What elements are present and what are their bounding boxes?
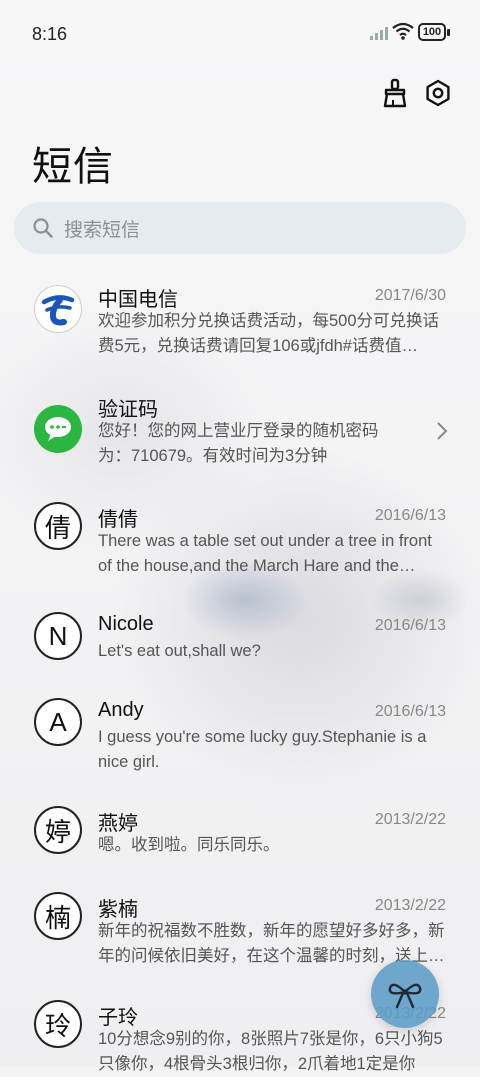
avatar: 楠 (34, 892, 82, 940)
status-bar: 8:16 100 (0, 0, 480, 68)
avatar: A (34, 698, 82, 746)
contact-name: 紫楠 (98, 899, 138, 921)
gear-icon (426, 79, 450, 107)
page-title: 短信 (32, 145, 114, 189)
message-preview: 10分想念9别的你，8张照片7张是你，6只小狗5只像你，4根骨头3根归你，2爪着… (98, 1030, 443, 1073)
message-date: 2017/6/30 (374, 287, 446, 304)
message-preview: There was a table set out under a tree i… (98, 532, 432, 575)
contact-name: Nicole (98, 613, 154, 635)
chevron-right-icon (437, 422, 448, 440)
telecom-logo-icon (41, 295, 75, 326)
conversation-item[interactable]: N Nicole 2016/6/13 Let's eat out,shall w… (0, 612, 480, 672)
message-preview: 您好！您的网上营业厅登录的随机密码为：710679。有效时间为3分钟 (98, 422, 379, 465)
clock-time: 8:16 (32, 24, 68, 44)
message-preview: 嗯。收到啦。同乐同乐。 (98, 836, 280, 854)
avatar: 玲 (34, 1000, 82, 1048)
contact-name: 验证码 (98, 399, 158, 421)
gift-bow-icon (388, 983, 422, 1009)
contact-name: 子玲 (98, 1007, 138, 1029)
avatar: N (34, 612, 82, 660)
signal-icon (370, 27, 388, 40)
avatar (34, 405, 82, 453)
contact-name: 中国电信 (98, 289, 178, 311)
conversation-item[interactable]: A Andy 2016/6/13 I guess you're some luc… (0, 698, 480, 784)
conversation-item[interactable]: 验证码 您好！您的网上营业厅登录的随机密码为：710679。有效时间为3分钟 (0, 392, 480, 472)
sms-bubble-icon (45, 417, 71, 441)
message-date: 2013/2/22 (374, 897, 446, 914)
contact-name: 倩倩 (98, 509, 138, 531)
settings-button[interactable] (421, 76, 455, 110)
message-date: 2013/2/22 (374, 811, 446, 828)
contact-name: 燕婷 (98, 813, 138, 835)
clean-button[interactable] (378, 76, 412, 110)
conversation-item[interactable]: 倩 倩倩 2016/6/13 There was a table set out… (0, 502, 480, 588)
conversation-item[interactable]: 中国电信 2017/6/30 欢迎参加积分兑换话费活动，每500分可兑换话费5元… (0, 282, 480, 378)
search-bar[interactable]: 搜索短信 (14, 202, 466, 254)
message-date: 2016/6/13 (374, 617, 446, 634)
message-date: 2016/6/13 (374, 507, 446, 524)
broom-icon (383, 78, 407, 108)
message-preview: 欢迎参加积分兑换话费活动，每500分可兑换话费5元，兑换话费请回复106或jfd… (98, 312, 440, 355)
contact-name: Andy (98, 699, 144, 721)
message-date: 2016/6/13 (374, 703, 446, 720)
message-preview: Let's eat out,shall we? (98, 642, 261, 660)
wifi-icon (392, 22, 414, 40)
search-icon (33, 218, 53, 238)
avatar: 婷 (34, 806, 82, 854)
conversation-item[interactable]: 婷 燕婷 2013/2/22 嗯。收到啦。同乐同乐。 (0, 806, 480, 866)
avatar: 倩 (34, 502, 82, 550)
search-placeholder: 搜索短信 (64, 219, 141, 241)
battery-icon: 100 (418, 23, 452, 43)
new-message-button[interactable] (371, 960, 439, 1028)
avatar (34, 285, 82, 333)
message-preview: I guess you're some lucky guy.Stephanie … (98, 728, 427, 771)
battery-level: 100 (422, 26, 442, 38)
